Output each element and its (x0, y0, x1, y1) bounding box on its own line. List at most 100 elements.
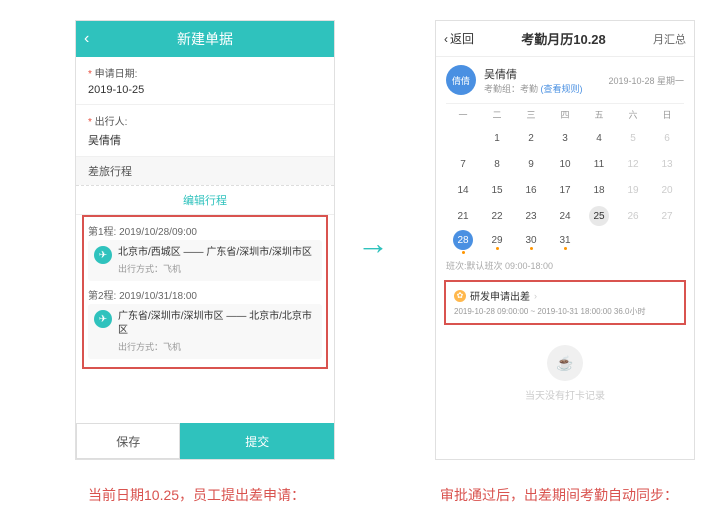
traveler-section: 出行人: 吴倩倩 (76, 105, 334, 157)
button-row: 保存 提交 (76, 423, 334, 459)
attendance-calendar-screen: ‹ 返回 考勤月历10.28 月汇总 倩倩 吴倩倩 考勤组：考勤 (查看规则) … (435, 20, 695, 460)
briefcase-icon: ✿ (454, 290, 466, 302)
header-bar: ‹ 返回 考勤月历10.28 月汇总 (436, 21, 694, 57)
calendar-day[interactable]: 30 (514, 229, 548, 255)
user-group: 考勤组：考勤 (查看规则) (484, 82, 600, 95)
empty-text: 当天没有打卡记录 (436, 387, 694, 402)
segment2-route: 广东省/深圳市/深圳市区 —— 北京市/北京市区 (118, 310, 316, 338)
segment1-label: 第1程: 2019/10/28/09:00 (88, 221, 322, 240)
calendar-day[interactable]: 25 (582, 203, 616, 229)
calendar-day[interactable]: 8 (480, 151, 514, 177)
calendar-day[interactable]: 6 (650, 125, 684, 151)
status-dot-icon (462, 251, 465, 254)
calendar-day[interactable]: 5 (616, 125, 650, 151)
header-title: 新建单据 (76, 29, 334, 49)
trip-section-header: 差旅行程 (76, 157, 334, 185)
approval-detail: 2019-10-28 09:00:00 ~ 2019-10-31 18:00:0… (454, 306, 676, 317)
calendar-day[interactable]: 11 (582, 151, 616, 177)
calendar-week: 28293031 (446, 229, 684, 255)
edit-trip-link[interactable]: 编辑行程 (76, 185, 334, 215)
plane-icon: ✈ (94, 310, 112, 328)
calendar-day[interactable]: 18 (582, 177, 616, 203)
calendar: 一二三四五六日 12345678910111213141516171819202… (436, 103, 694, 255)
calendar-day[interactable]: 21 (446, 203, 480, 229)
calendar-day[interactable]: 10 (548, 151, 582, 177)
apply-date-section: 申请日期: 2019-10-25 (76, 57, 334, 105)
calendar-day[interactable]: 23 (514, 203, 548, 229)
calendar-day[interactable]: 2 (514, 125, 548, 151)
calendar-day[interactable]: 29 (480, 229, 514, 255)
caption-left: 当前日期10.25，员工提出差申请： (88, 485, 305, 505)
traveler-label: 出行人: (88, 113, 322, 128)
segment2-label: 第2程: 2019/10/31/18:00 (88, 285, 322, 304)
apply-date-value[interactable]: 2019-10-25 (88, 80, 322, 96)
calendar-day[interactable]: 9 (514, 151, 548, 177)
calendar-day[interactable]: 28 (446, 229, 480, 255)
calendar-day[interactable]: 14 (446, 177, 480, 203)
calendar-body: 1234567891011121314151617181920212223242… (446, 125, 684, 255)
user-group-text: 考勤组：考勤 (484, 84, 541, 94)
header-title: 考勤月历10.28 (521, 29, 606, 48)
plane-icon: ✈ (94, 246, 112, 264)
segment2-card[interactable]: ✈ 广东省/深圳市/深圳市区 —— 北京市/北京市区 出行方式：飞机 (88, 304, 322, 359)
weekday-cell: 三 (514, 108, 548, 121)
calendar-day[interactable]: 15 (480, 177, 514, 203)
status-dot-icon (530, 247, 533, 250)
apply-date-label: 申请日期: (88, 65, 322, 80)
traveler-value[interactable]: 吴倩倩 (88, 128, 322, 148)
calendar-day[interactable]: 26 (616, 203, 650, 229)
calendar-day (582, 229, 616, 255)
weekday-cell: 日 (650, 108, 684, 121)
segment2-mode: 出行方式：飞机 (118, 340, 316, 353)
calendar-day[interactable]: 27 (650, 203, 684, 229)
user-info-row: 倩倩 吴倩倩 考勤组：考勤 (查看规则) 2019-10-28 星期一 (436, 57, 694, 103)
calendar-day[interactable]: 20 (650, 177, 684, 203)
calendar-day[interactable]: 4 (582, 125, 616, 151)
user-name: 吴倩倩 (484, 66, 600, 82)
calendar-day[interactable]: 12 (616, 151, 650, 177)
calendar-day[interactable]: 19 (616, 177, 650, 203)
caption-right: 审批通过后，出差期间考勤自动同步： (440, 485, 678, 505)
calendar-day[interactable]: 17 (548, 177, 582, 203)
weekday-cell: 六 (616, 108, 650, 121)
calendar-day[interactable]: 7 (446, 151, 480, 177)
calendar-day[interactable]: 3 (548, 125, 582, 151)
shift-label: 班次:默认班次 09:00-18:00 (436, 255, 694, 276)
view-rules-link[interactable]: (查看规则) (541, 84, 583, 94)
back-icon[interactable]: ‹ (84, 30, 89, 48)
status-dot-icon (564, 247, 567, 250)
trip-segments-highlight: 第1程: 2019/10/28/09:00 ✈ 北京市/西城区 —— 广东省/深… (82, 215, 328, 369)
segment1-mode: 出行方式：飞机 (118, 262, 312, 275)
segment1-route: 北京市/西城区 —— 广东省/深圳市/深圳市区 (118, 246, 312, 260)
coffee-cup-icon: ☕ (547, 345, 583, 381)
weekday-cell: 五 (582, 108, 616, 121)
segment1-card[interactable]: ✈ 北京市/西城区 —— 广东省/深圳市/深圳市区 出行方式：飞机 (88, 240, 322, 281)
calendar-week: 14151617181920 (446, 177, 684, 203)
calendar-day (616, 229, 650, 255)
calendar-day[interactable]: 24 (548, 203, 582, 229)
save-button[interactable]: 保存 (76, 423, 180, 459)
status-dot-icon (496, 247, 499, 250)
calendar-day (650, 229, 684, 255)
back-label: 返回 (450, 30, 474, 47)
monthly-summary-link[interactable]: 月汇总 (653, 31, 686, 47)
submit-button[interactable]: 提交 (180, 423, 334, 459)
header-bar: ‹ 新建单据 (76, 21, 334, 57)
chevron-right-icon: › (534, 291, 537, 301)
create-form-screen: ‹ 新建单据 申请日期: 2019-10-25 出行人: 吴倩倩 差旅行程 编辑… (75, 20, 335, 460)
calendar-week: 21222324252627 (446, 203, 684, 229)
approval-title: 研发申请出差 (470, 288, 530, 303)
calendar-day[interactable]: 31 (548, 229, 582, 255)
avatar[interactable]: 倩倩 (446, 65, 476, 95)
weekday-cell: 一 (446, 108, 480, 121)
calendar-day[interactable]: 1 (480, 125, 514, 151)
calendar-week: 123456 (446, 125, 684, 151)
calendar-day[interactable]: 13 (650, 151, 684, 177)
back-button[interactable]: ‹ 返回 (444, 30, 474, 47)
weekday-cell: 四 (548, 108, 582, 121)
calendar-week: 78910111213 (446, 151, 684, 177)
approval-highlight[interactable]: ✿ 研发申请出差 › 2019-10-28 09:00:00 ~ 2019-10… (444, 280, 686, 325)
calendar-day[interactable]: 16 (514, 177, 548, 203)
empty-state: ☕ 当天没有打卡记录 (436, 329, 694, 402)
calendar-day[interactable]: 22 (480, 203, 514, 229)
